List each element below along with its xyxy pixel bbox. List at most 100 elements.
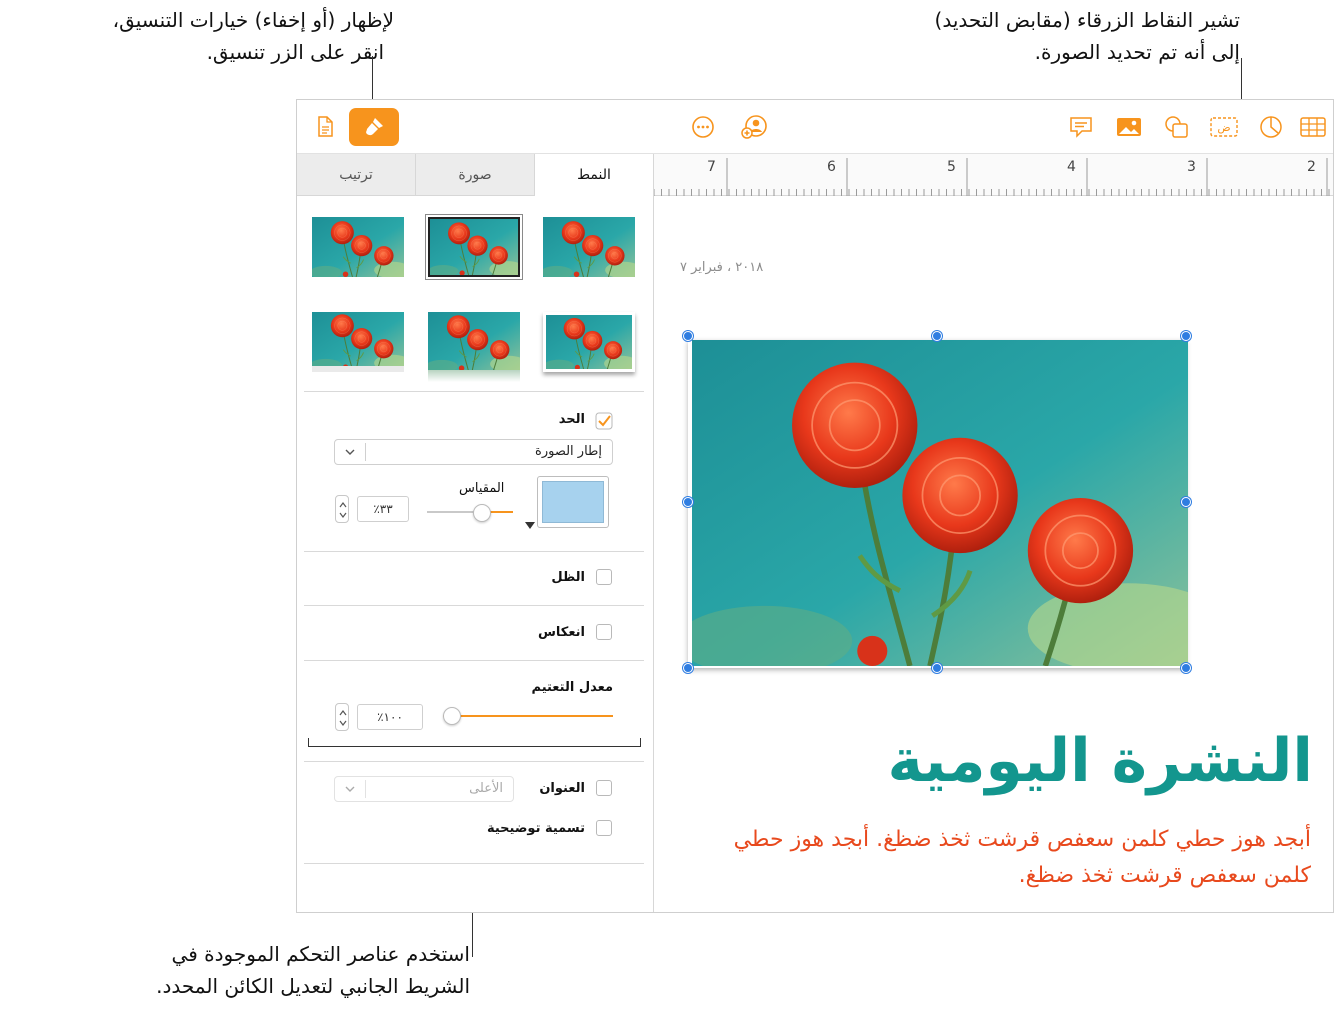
opacity-label: معدل التعتيم: [531, 680, 614, 695]
comment-icon: [1070, 117, 1092, 138]
selection-handle-bottom-left[interactable]: [683, 663, 693, 673]
format-sidebar: ترتيب صورة النمط الحد إطار الصورة المقيا…: [297, 154, 654, 912]
popup-divider: [365, 443, 366, 461]
selection-handle-right[interactable]: [1181, 497, 1191, 507]
document-canvas: 7 6 5 4 3 2 ٢٠١٨ ، فبراير ٧ النشرة اليوم…: [654, 154, 1333, 912]
callout-selection-handles: تشير النقاط الزرقاء (مقابض التحديد) إلى …: [820, 4, 1240, 68]
collaborate-icon: [741, 115, 767, 139]
ruler-ticks: [654, 158, 1330, 196]
flower-photo: [692, 340, 1188, 666]
selection-handle-left[interactable]: [683, 497, 693, 507]
tab-style[interactable]: النمط: [535, 154, 653, 196]
text-icon: ض: [1210, 117, 1238, 137]
selection-handle-top-left[interactable]: [683, 331, 693, 341]
chart-icon: [1260, 116, 1282, 138]
color-well-disclosure-icon[interactable]: [525, 522, 535, 530]
shadow-label: الظل: [551, 570, 585, 585]
callout-format-button: لإظهار (أو إخفاء) خيارات التنسيق، انقر ع…: [14, 4, 394, 68]
caption-label: تسمية توضيحية: [486, 821, 585, 836]
pages-window: ض ترتيب صورة النمط الحد إطار الصورة المق…: [296, 99, 1334, 913]
scale-slider-knob[interactable]: [472, 504, 491, 522]
tab-arrange[interactable]: ترتيب: [297, 154, 416, 195]
ruler-number: 5: [947, 159, 956, 175]
opacity-slider[interactable]: [443, 707, 613, 725]
title-checkbox[interactable]: [596, 780, 612, 796]
sidebar-tabs: ترتيب صورة النمط: [297, 154, 653, 196]
collaborate-button[interactable]: [741, 113, 769, 141]
more-icon: [692, 116, 714, 138]
callout-sidebar-line2: الشريط الجانبي لتعديل الكائن المحدد.: [156, 974, 470, 998]
selection-handle-bottom[interactable]: [932, 663, 942, 673]
stepper-arrows-icon: [339, 502, 347, 518]
divider: [304, 551, 644, 552]
border-style-value: إطار الصورة: [535, 444, 602, 459]
reflection-fade: [428, 370, 520, 382]
chart-button[interactable]: [1257, 113, 1285, 141]
divider: [304, 761, 644, 762]
callout-sidebar-line1: استخدم عناصر التحكم الموجودة في: [171, 942, 470, 966]
horizontal-ruler: 7 6 5 4 3 2: [654, 154, 1333, 196]
title-label: العنوان: [539, 781, 585, 796]
style-thumbnail[interactable]: [425, 214, 523, 280]
chevron-down-icon: [345, 786, 355, 792]
callout-handles-line2: إلى أنه تم تحديد الصورة.: [1034, 40, 1240, 64]
shape-button[interactable]: [1163, 113, 1191, 141]
chevron-down-icon: [345, 449, 355, 455]
style-thumbnail[interactable]: [312, 217, 404, 277]
more-button[interactable]: [689, 113, 717, 141]
checkmark-icon: [595, 412, 613, 430]
controls-bracket: [308, 738, 641, 747]
shadow-checkbox[interactable]: [596, 569, 612, 585]
table-icon: [1300, 117, 1326, 137]
text-box-button[interactable]: ض: [1209, 113, 1239, 141]
ruler-number: 2: [1307, 159, 1316, 175]
ruler-number: 6: [827, 159, 836, 175]
opacity-field[interactable]: ٪١٠٠: [357, 704, 423, 730]
reflection-checkbox[interactable]: [596, 624, 612, 640]
title-position-popup[interactable]: الأعلى: [334, 776, 514, 802]
caption-checkbox[interactable]: [596, 820, 612, 836]
divider: [304, 660, 644, 661]
selected-image[interactable]: [688, 340, 1186, 668]
tab-image[interactable]: صورة: [416, 154, 535, 195]
body-text[interactable]: أبجد هوز حطي كلمن سعفص قرشت ثخذ ضظغ. أبج…: [701, 822, 1311, 894]
media-icon: [1117, 118, 1141, 136]
border-checkbox[interactable]: [595, 412, 613, 430]
format-button[interactable]: [349, 108, 399, 146]
document-icon: [318, 116, 333, 137]
scale-stepper[interactable]: [335, 495, 349, 523]
media-button[interactable]: [1115, 113, 1143, 141]
ruler-number: 4: [1067, 159, 1076, 175]
date-text: ٢٠١٨ ، فبراير ٧: [680, 260, 764, 275]
selection-handle-top[interactable]: [932, 331, 942, 341]
opacity-stepper[interactable]: [335, 703, 349, 731]
callout-sidebar: استخدم عناصر التحكم الموجودة في الشريط ا…: [20, 938, 470, 1002]
opacity-slider-knob[interactable]: [443, 707, 461, 725]
selection-handle-top-right[interactable]: [1181, 331, 1191, 341]
border-color-swatch: [542, 481, 604, 523]
toolbar: ض: [297, 100, 1333, 154]
comment-button[interactable]: [1067, 113, 1095, 141]
shape-icon: [1165, 116, 1188, 138]
border-label: الحد: [558, 412, 585, 427]
border-color-well[interactable]: [537, 476, 609, 528]
table-button[interactable]: [1299, 113, 1327, 141]
style-thumbnail[interactable]: [543, 312, 635, 372]
style-thumbnail[interactable]: [312, 312, 404, 372]
headline[interactable]: النشرة اليومية: [887, 726, 1313, 796]
divider: [304, 391, 644, 392]
selection-handle-bottom-right[interactable]: [1181, 663, 1191, 673]
style-thumbnail[interactable]: [428, 312, 520, 382]
ruler-number: 7: [707, 159, 716, 175]
scale-field[interactable]: ٪٣٣: [357, 496, 409, 522]
scale-slider[interactable]: [427, 504, 513, 522]
text-icon-glyph: ض: [1217, 121, 1230, 134]
popup-divider: [365, 780, 366, 798]
border-style-popup[interactable]: إطار الصورة: [334, 439, 613, 465]
stepper-arrows-icon: [339, 710, 347, 726]
style-thumbnail[interactable]: [543, 217, 635, 277]
divider: [304, 605, 644, 606]
document-button[interactable]: [311, 113, 339, 141]
format-brush-icon: [366, 118, 383, 136]
callout-format-line1: لإظهار (أو إخفاء) خيارات التنسيق،: [112, 8, 394, 32]
